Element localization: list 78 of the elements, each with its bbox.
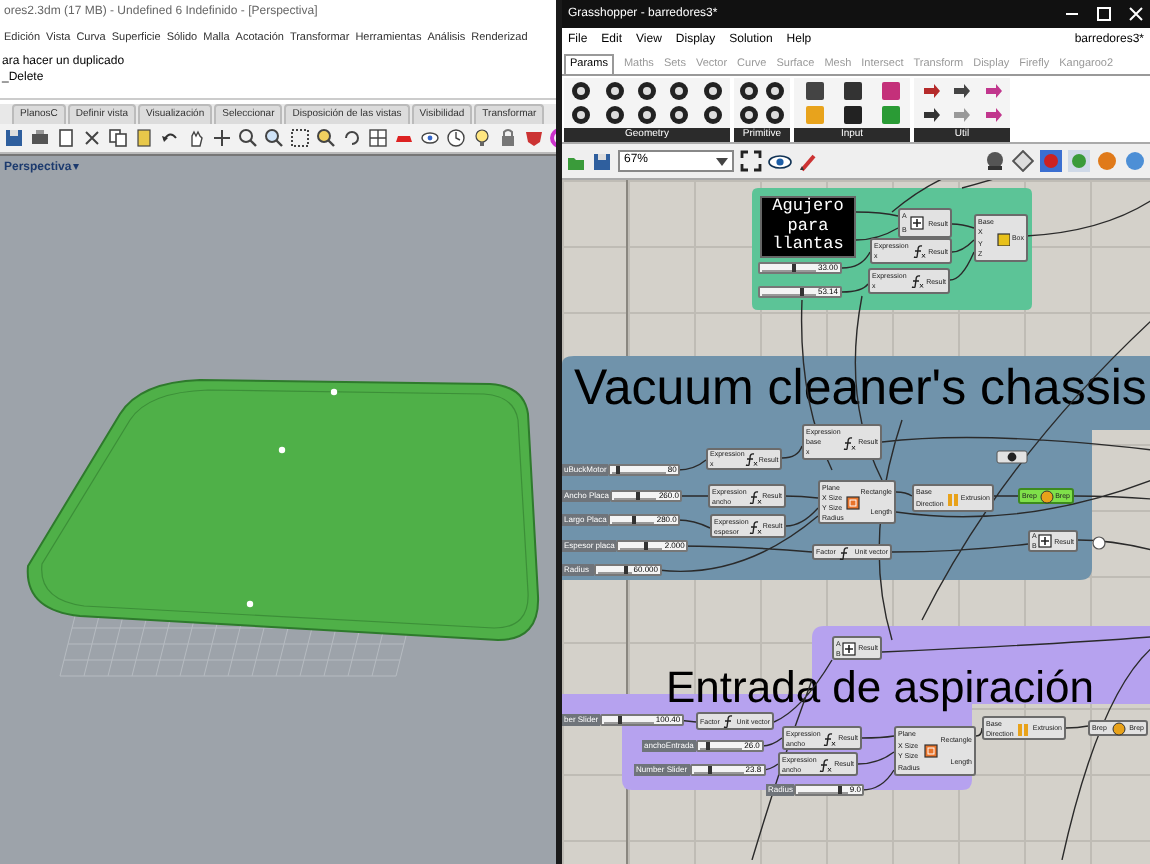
clipboard-icon[interactable] bbox=[134, 128, 154, 148]
caret-icon[interactable] bbox=[716, 157, 728, 165]
component-icon[interactable] bbox=[701, 104, 724, 126]
param-node-icon[interactable] bbox=[996, 450, 1028, 464]
sphere-icon[interactable] bbox=[984, 150, 1006, 172]
component-icon[interactable] bbox=[919, 104, 942, 126]
extrude-icon bbox=[1016, 721, 1031, 735]
undo-arrow-icon[interactable] bbox=[160, 128, 180, 148]
factor-icon bbox=[721, 714, 736, 728]
magnifier-icon[interactable] bbox=[264, 128, 284, 148]
component-icon[interactable] bbox=[764, 104, 787, 126]
component-icon[interactable] bbox=[668, 104, 691, 126]
expression-icon bbox=[748, 519, 763, 533]
slider-thumb[interactable] bbox=[706, 742, 711, 750]
component-icon[interactable] bbox=[950, 80, 973, 102]
move-cross-icon[interactable] bbox=[212, 128, 232, 148]
scissors-icon[interactable] bbox=[82, 128, 102, 148]
expression-icon bbox=[842, 435, 857, 449]
magnifier-icon[interactable] bbox=[238, 128, 258, 148]
component-icon[interactable] bbox=[603, 80, 626, 102]
slider-thumb[interactable] bbox=[708, 766, 713, 774]
expression-icon bbox=[744, 452, 759, 466]
expression-icon bbox=[909, 274, 924, 288]
component-icon[interactable] bbox=[570, 80, 593, 102]
lightbulb-icon[interactable] bbox=[472, 128, 492, 148]
magnifier-icon[interactable] bbox=[316, 128, 336, 148]
shield-icon[interactable] bbox=[524, 128, 544, 148]
component-icon[interactable] bbox=[841, 104, 863, 126]
slider-thumb[interactable] bbox=[792, 264, 797, 272]
rotate-icon[interactable] bbox=[342, 128, 362, 148]
expression-icon bbox=[747, 489, 762, 503]
zoom-window-icon[interactable] bbox=[290, 128, 310, 148]
addition-icon bbox=[1038, 534, 1053, 548]
slider-thumb[interactable] bbox=[631, 516, 636, 524]
slider-thumb[interactable] bbox=[643, 542, 648, 550]
slider-thumb[interactable] bbox=[617, 716, 622, 724]
panel-note[interactable]: Agujero para llantas bbox=[760, 196, 856, 258]
slider-thumb[interactable] bbox=[838, 786, 843, 794]
grid-icon[interactable] bbox=[368, 128, 388, 148]
component-icon[interactable] bbox=[701, 80, 724, 102]
component-icon[interactable] bbox=[570, 104, 593, 126]
component-icon[interactable] bbox=[603, 104, 626, 126]
page-icon[interactable] bbox=[56, 128, 76, 148]
cap-icon bbox=[1111, 721, 1125, 735]
padlock-icon[interactable] bbox=[498, 128, 518, 148]
rectangle-icon bbox=[923, 744, 938, 758]
component-icon[interactable] bbox=[737, 80, 760, 102]
eye-icon[interactable] bbox=[420, 128, 440, 148]
close-icon[interactable] bbox=[1128, 6, 1144, 22]
cap-icon bbox=[1039, 489, 1053, 503]
box-icon bbox=[995, 231, 1010, 245]
component-icon[interactable] bbox=[841, 80, 863, 102]
component-icon[interactable] bbox=[668, 80, 691, 102]
clock-icon[interactable] bbox=[446, 128, 466, 148]
expression-icon bbox=[911, 244, 926, 258]
component-icon[interactable] bbox=[803, 80, 825, 102]
addition-icon bbox=[910, 216, 925, 230]
slider-thumb[interactable] bbox=[800, 288, 805, 296]
rectangle-icon bbox=[845, 495, 860, 509]
zoom-extents-icon[interactable] bbox=[740, 150, 762, 172]
expression-icon bbox=[818, 757, 833, 771]
eye-icon[interactable] bbox=[768, 153, 792, 169]
expression-icon bbox=[822, 731, 837, 745]
brush-icon[interactable] bbox=[798, 151, 818, 171]
addition-icon bbox=[842, 641, 857, 655]
copy-icon[interactable] bbox=[108, 128, 128, 148]
component-icon[interactable] bbox=[635, 80, 658, 102]
circle-node-icon[interactable] bbox=[1092, 536, 1106, 550]
factor-icon bbox=[838, 545, 853, 559]
component-icon[interactable] bbox=[737, 104, 760, 126]
slider-thumb[interactable] bbox=[615, 466, 620, 474]
maximize-icon[interactable] bbox=[1096, 6, 1112, 22]
extrude-icon bbox=[945, 491, 960, 505]
component-icon[interactable] bbox=[635, 104, 658, 126]
slider-thumb[interactable] bbox=[624, 566, 629, 574]
diamond-icon[interactable] bbox=[1012, 150, 1034, 172]
component-icon[interactable] bbox=[764, 80, 787, 102]
printer-icon[interactable] bbox=[30, 128, 50, 148]
